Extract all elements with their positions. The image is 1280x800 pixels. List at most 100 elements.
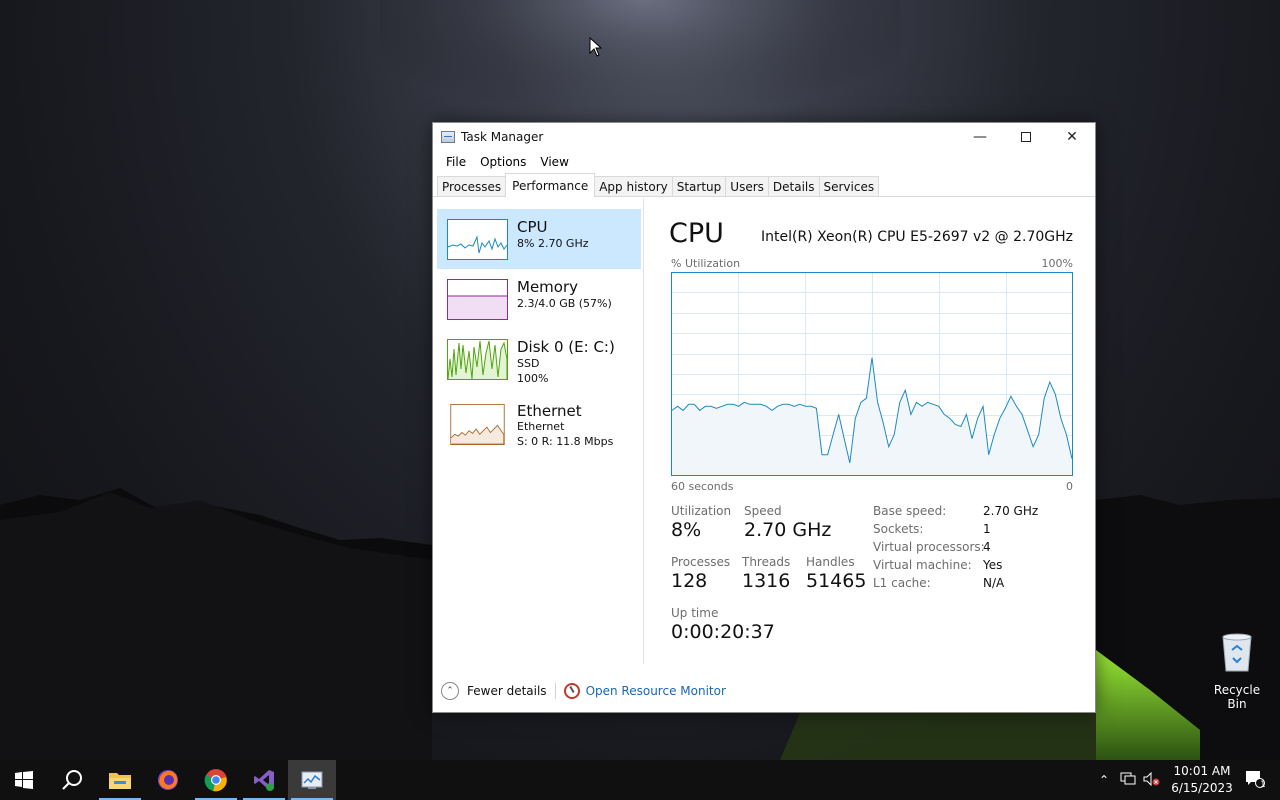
- window-title: Task Manager: [461, 130, 544, 144]
- recycle-bin-desktop-icon[interactable]: Recycle Bin: [1203, 632, 1271, 711]
- sidebar-item-detail-2: S: 0 R: 11.8 Mbps: [517, 435, 614, 448]
- taskbar-visual-studio[interactable]: [240, 760, 288, 800]
- cpu-utilization-graph: [671, 272, 1073, 476]
- utilization-label: Utilization: [671, 504, 732, 518]
- tab-strip: Processes Performance App history Startu…: [433, 173, 1095, 197]
- taskbar-task-manager[interactable]: [288, 760, 336, 800]
- virtual-machine-label: Virtual machine:: [873, 558, 972, 572]
- base-speed-value: 2.70 GHz: [983, 504, 1039, 518]
- page-title: CPU: [669, 218, 724, 249]
- tab-services[interactable]: Services: [818, 176, 880, 196]
- graph-y-label: % Utilization: [671, 257, 741, 270]
- open-resource-monitor-link[interactable]: Open Resource Monitor: [586, 684, 726, 698]
- virtual-processors-label: Virtual processors:: [873, 540, 985, 554]
- clock[interactable]: 10:01 AM 6/15/2023: [1164, 763, 1240, 797]
- sockets-label: Sockets:: [873, 522, 924, 536]
- tab-processes[interactable]: Processes: [437, 176, 507, 196]
- sidebar-item-label: CPU: [517, 218, 548, 236]
- minimize-button[interactable]: —: [957, 123, 1003, 151]
- menu-options[interactable]: Options: [473, 155, 533, 169]
- visual-studio-icon: [254, 770, 274, 791]
- taskbar: ⌃ 10:01 AM 6/15/2023 1: [0, 760, 1280, 800]
- search-icon: [62, 770, 82, 790]
- uptime-value: 0:00:20:37: [671, 621, 775, 643]
- notification-count: 1: [1260, 779, 1266, 790]
- virtual-processors-value: 4: [983, 540, 991, 554]
- handles-value: 51465: [806, 570, 867, 592]
- disk-thumbnail-graph: [447, 339, 508, 380]
- utilization-value: 8%: [671, 519, 702, 541]
- tab-details[interactable]: Details: [767, 176, 820, 196]
- recycle-bin-label: Recycle Bin: [1213, 683, 1261, 711]
- ethernet-thumbnail-graph: [450, 404, 505, 445]
- taskbar-chrome[interactable]: [192, 760, 240, 800]
- virtual-machine-value: Yes: [983, 558, 1003, 572]
- tab-startup[interactable]: Startup: [671, 176, 727, 196]
- taskbar-firefox[interactable]: [144, 760, 192, 800]
- sidebar-item-ethernet[interactable]: Ethernet Ethernet S: 0 R: 11.8 Mbps: [437, 395, 641, 455]
- sidebar-item-cpu[interactable]: CPU 8% 2.70 GHz: [437, 209, 641, 269]
- task-manager-icon: [441, 131, 455, 143]
- system-tray: ⌃ 10:01 AM 6/15/2023 1: [1092, 760, 1280, 800]
- mouse-cursor: [589, 37, 603, 57]
- sidebar-item-detail: Ethernet: [517, 420, 565, 433]
- network-icon[interactable]: [1116, 772, 1140, 789]
- graph-y-max: 100%: [1041, 257, 1073, 270]
- cpu-detail-panel: CPU Intel(R) Xeon(R) CPU E5-2697 v2 @ 2.…: [669, 198, 1073, 664]
- sidebar-item-detail: 8% 2.70 GHz: [517, 237, 589, 250]
- graph-x-min: 0: [1066, 480, 1073, 493]
- volume-muted-icon[interactable]: [1140, 771, 1164, 789]
- performance-panel: CPU 8% 2.70 GHz Memory 2.3/4.0 GB (57%): [433, 198, 1095, 664]
- memory-thumbnail-graph: [447, 279, 508, 320]
- start-icon: [15, 771, 33, 789]
- speed-value: 2.70 GHz: [744, 519, 832, 541]
- menu-bar: File Options View: [433, 151, 1095, 173]
- sidebar-item-label: Disk 0 (E: C:): [517, 338, 615, 356]
- chevron-up-icon[interactable]: ⌃: [441, 681, 459, 700]
- handles-label: Handles: [806, 555, 855, 569]
- threads-value: 1316: [742, 570, 791, 592]
- resource-list: CPU 8% 2.70 GHz Memory 2.3/4.0 GB (57%): [433, 198, 644, 664]
- menu-file[interactable]: File: [439, 155, 473, 169]
- task-manager-icon: [301, 771, 323, 789]
- l1-cache-value: N/A: [983, 576, 1005, 590]
- clock-date: 6/15/2023: [1171, 781, 1233, 795]
- start-button[interactable]: [0, 760, 48, 800]
- footer-bar: ⌃ Fewer details Open Resource Monitor: [433, 668, 1095, 713]
- maximize-button[interactable]: [1003, 123, 1049, 151]
- action-center-button[interactable]: 1: [1240, 770, 1280, 791]
- file-explorer-icon: [109, 773, 131, 789]
- sidebar-item-label: Memory: [517, 278, 579, 296]
- base-speed-label: Base speed:: [873, 504, 947, 518]
- graph-x-label: 60 seconds: [671, 480, 734, 493]
- fewer-details-button[interactable]: Fewer details: [467, 684, 547, 698]
- uptime-label: Up time: [671, 606, 719, 620]
- speed-label: Speed: [744, 504, 782, 518]
- taskbar-file-explorer[interactable]: [96, 760, 144, 800]
- tab-performance[interactable]: Performance: [505, 173, 596, 197]
- clock-time: 10:01 AM: [1173, 764, 1231, 778]
- sidebar-item-label: Ethernet: [517, 402, 582, 420]
- sidebar-item-disk[interactable]: Disk 0 (E: C:) SSD 100%: [437, 329, 641, 389]
- tab-app-history[interactable]: App history: [594, 176, 673, 196]
- cpu-model-name: Intel(R) Xeon(R) CPU E5-2697 v2 @ 2.70GH…: [761, 229, 1073, 245]
- sockets-value: 1: [983, 522, 991, 536]
- menu-view[interactable]: View: [533, 155, 575, 169]
- resource-monitor-icon[interactable]: [563, 682, 580, 699]
- processes-label: Processes: [671, 555, 731, 569]
- chevron-up-icon[interactable]: ⌃: [1092, 773, 1116, 787]
- title-bar[interactable]: Task Manager — ✕: [433, 123, 1095, 151]
- recycle-bin-icon: [1222, 633, 1252, 672]
- sidebar-item-detail: 2.3/4.0 GB (57%): [517, 297, 612, 310]
- threads-label: Threads: [742, 555, 791, 569]
- sidebar-item-memory[interactable]: Memory 2.3/4.0 GB (57%): [437, 269, 641, 329]
- close-button[interactable]: ✕: [1049, 123, 1095, 151]
- tab-users[interactable]: Users: [725, 176, 769, 196]
- task-manager-window: Task Manager — ✕ File Options View Proce…: [432, 122, 1096, 713]
- footer-divider: [554, 682, 556, 699]
- l1-cache-label: L1 cache:: [873, 576, 931, 590]
- cpu-thumbnail-graph: [447, 219, 508, 260]
- chrome-icon: [204, 769, 227, 792]
- search-button[interactable]: [48, 760, 96, 800]
- sidebar-item-detail: SSD: [517, 357, 540, 370]
